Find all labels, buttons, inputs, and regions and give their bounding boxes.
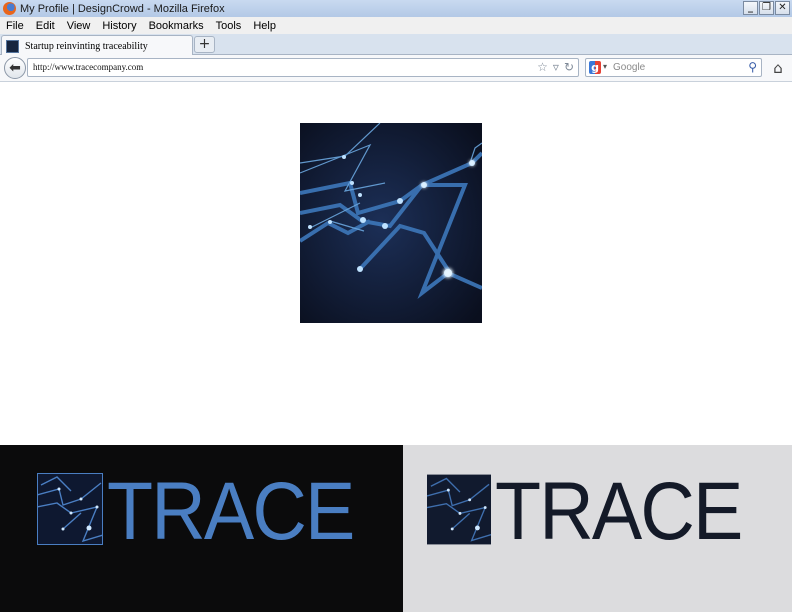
window-title: My Profile | DesignCrowd - Mozilla Firef… [20,2,225,15]
page-content: TRACE TRACE [0,82,792,612]
url-bar[interactable]: http://www.tracecompany.com ☆ ▿ ↻ [27,58,579,77]
restore-button[interactable]: ❐ [759,1,774,15]
home-button[interactable]: ⌂ [769,59,787,77]
menu-edit[interactable]: Edit [30,20,61,32]
trace-logo-mark-icon [37,473,103,545]
navigation-bar: ⬅ http://www.tracecompany.com ☆ ▿ ↻ g ▾ … [0,55,792,82]
menu-help[interactable]: Help [247,20,282,32]
search-magnifier-icon[interactable]: ⚲ [748,60,757,74]
menu-bar: File Edit View History Bookmarks Tools H… [0,17,792,34]
tab-active[interactable]: Startup reinvinting traceability [1,35,193,56]
logo-light-panel: TRACE [403,445,792,612]
engine-dropdown-icon[interactable]: ▾ [603,62,607,71]
back-button[interactable]: ⬅ [4,57,26,79]
star-bookmark-icon[interactable]: ☆ [537,60,548,74]
trace-wordmark-dark: TRACE [107,466,355,557]
minimize-button[interactable]: _ [743,1,758,15]
firefox-logo-icon [3,2,16,15]
window-controls: _ ❐ ✕ [743,1,790,15]
menu-view[interactable]: View [61,20,97,32]
circuit-trace-image [300,123,482,323]
history-dropdown-icon[interactable]: ▿ [553,60,559,74]
tab-label: Startup reinvinting traceability [25,40,148,52]
menu-history[interactable]: History [96,20,142,32]
trace-logo-mark-icon [427,474,491,545]
menu-file[interactable]: File [0,20,30,32]
window-titlebar: My Profile | DesignCrowd - Mozilla Firef… [0,0,792,17]
menu-tools[interactable]: Tools [210,20,248,32]
menu-bookmarks[interactable]: Bookmarks [143,20,210,32]
new-tab-button[interactable]: + [194,36,215,53]
reload-icon[interactable]: ↻ [564,60,574,74]
close-button[interactable]: ✕ [775,1,790,15]
search-bar[interactable]: g ▾ Google ⚲ [585,58,762,77]
google-engine-icon[interactable]: g [589,61,601,74]
logo-dark-panel: TRACE [0,445,403,612]
trace-wordmark-light: TRACE [495,466,743,557]
search-placeholder: Google [613,62,646,73]
trace-favicon-icon [6,39,19,53]
url-text: http://www.tracecompany.com [33,62,144,72]
tab-strip: Startup reinvinting traceability + [0,34,792,56]
